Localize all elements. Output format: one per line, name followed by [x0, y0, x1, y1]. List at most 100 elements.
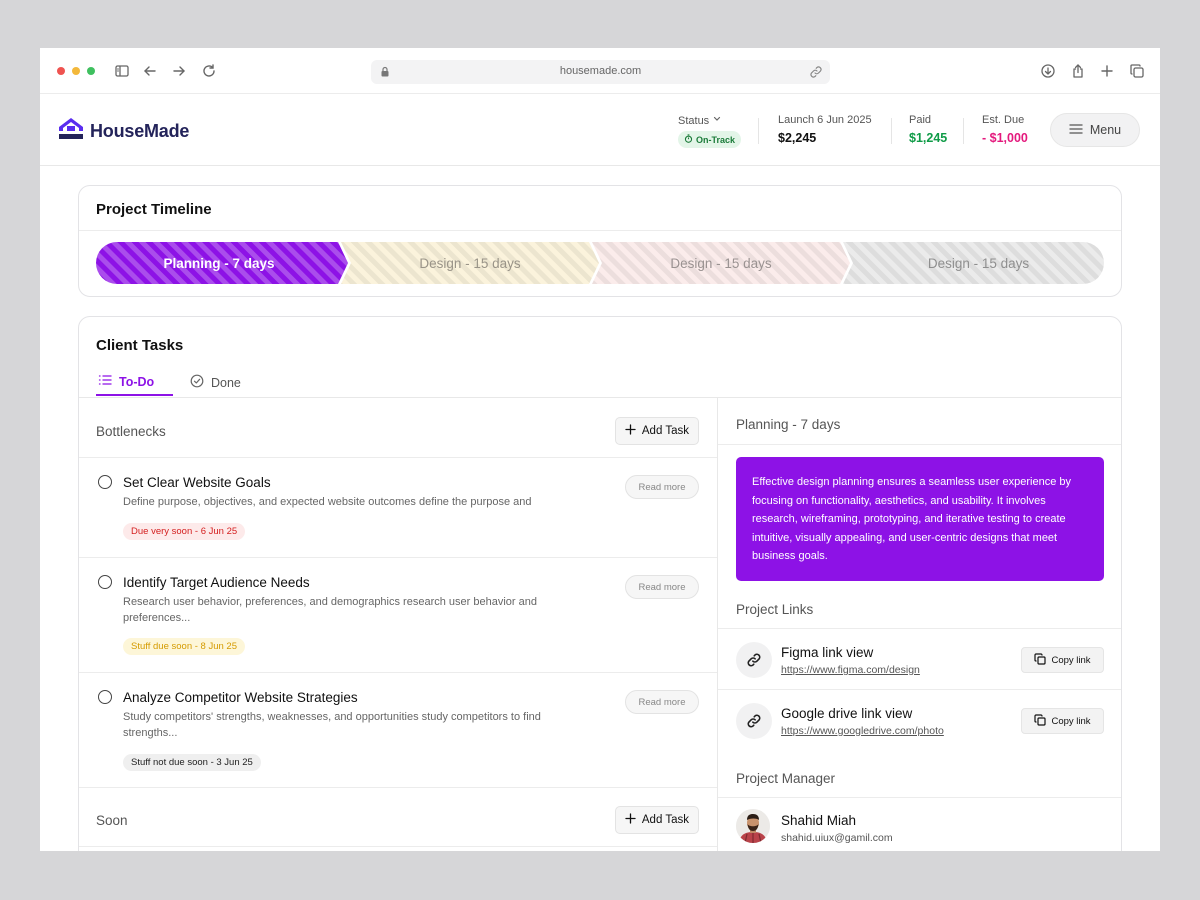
launch-label: Launch 6 Jun 2025 — [778, 114, 872, 126]
link-icon — [736, 703, 772, 739]
link-icon — [736, 642, 772, 678]
link-title: Google drive link view — [781, 706, 913, 721]
tab-overview-icon[interactable] — [1129, 63, 1145, 79]
project-timeline-card: Project Timeline Planning - 7 days Design… — [78, 185, 1122, 297]
timeline-phase[interactable]: Planning - 7 days — [96, 242, 348, 284]
minimize-window-dot[interactable] — [72, 67, 80, 75]
add-task-button[interactable]: Add Task — [614, 417, 699, 445]
task-checkbox[interactable] — [98, 575, 112, 589]
add-task-label: Add Task — [641, 425, 689, 437]
add-task-button[interactable]: Add Task — [614, 806, 699, 834]
address-bar[interactable]: housemade.com — [371, 60, 830, 84]
divider — [718, 689, 1121, 690]
close-window-dot[interactable] — [57, 67, 65, 75]
tasks-title: Client Tasks — [96, 337, 184, 354]
divider — [718, 797, 1121, 798]
task-title: Identify Target Audience Needs — [123, 575, 310, 590]
browser-toolbar: housemade.com — [40, 48, 1160, 94]
copy-link-label: Copy link — [1051, 654, 1091, 666]
read-more-button[interactable]: Read more — [625, 575, 699, 599]
task-item[interactable]: Set Clear Website Goals Define purpose, … — [79, 458, 717, 558]
back-arrow-icon[interactable] — [142, 63, 158, 79]
due-value: - $1,000 — [982, 131, 1028, 145]
task-checkbox[interactable] — [98, 690, 112, 704]
maximize-window-dot[interactable] — [87, 67, 95, 75]
brand-logo[interactable]: HouseMade — [58, 117, 189, 146]
app-header: HouseMade Status On-Track Launch 6 Jun 2… — [40, 94, 1160, 166]
timeline-phase-label: Planning - 7 days — [163, 256, 274, 271]
task-title: Analyze Competitor Website Strategies — [123, 690, 358, 705]
menu-label: Menu — [1089, 123, 1122, 137]
timeline-phase-label: Design - 15 days — [670, 256, 772, 271]
status-badge: On-Track — [678, 131, 742, 148]
status-badge-text: On-Track — [696, 134, 736, 145]
share-icon[interactable] — [1070, 63, 1086, 79]
menu-button[interactable]: Menu — [1050, 113, 1140, 147]
task-description: Define purpose, objectives, and expected… — [123, 496, 532, 508]
status-label: Status — [678, 114, 710, 127]
read-more-button[interactable]: Read more — [625, 690, 699, 714]
chevron-down-icon — [712, 114, 722, 127]
link-url[interactable]: https://www.figma.com/design — [781, 664, 920, 676]
soon-label: Soon — [96, 813, 128, 828]
timeline-bar: Planning - 7 days Design - 15 days Design … — [96, 242, 1104, 284]
task-checkbox[interactable] — [98, 475, 112, 489]
tab-done[interactable]: Done — [190, 369, 241, 396]
reload-icon[interactable] — [201, 63, 217, 79]
tab-todo[interactable]: To-Do — [96, 369, 173, 396]
paid-value: $1,245 — [909, 131, 948, 145]
avatar[interactable] — [736, 809, 770, 843]
task-description: Study competitors' strengths, weaknesses… — [123, 711, 541, 739]
plus-icon — [625, 813, 636, 827]
launch-stat: Launch 6 Jun 2025 $2,245 — [778, 114, 872, 145]
timeline-phase[interactable]: Design - 15 days — [341, 242, 599, 284]
tab-done-label: Done — [211, 375, 241, 390]
divider — [718, 444, 1121, 445]
new-tab-icon[interactable] — [1099, 63, 1115, 79]
due-badge: Due very soon - 6 Jun 25 — [123, 523, 246, 540]
timeline-phase[interactable]: Design - 15 days — [843, 242, 1104, 284]
bottlenecks-label: Bottlenecks — [96, 424, 166, 439]
timeline-title: Project Timeline — [96, 201, 212, 218]
url-text: housemade.com — [559, 65, 642, 77]
copy-link-button[interactable]: Copy link — [1021, 708, 1104, 734]
divider — [718, 628, 1121, 629]
hamburger-icon — [1069, 123, 1083, 138]
copy-link-button[interactable]: Copy link — [1021, 647, 1104, 673]
divider — [79, 230, 1121, 231]
house-logo-icon — [58, 117, 84, 146]
manager-email[interactable]: shahid.uiux@gamil.com — [781, 832, 893, 844]
link-icon[interactable] — [809, 65, 823, 79]
due-badge: Stuff not due soon - 3 Jun 25 — [123, 754, 261, 771]
bottlenecks-section-header: Bottlenecks Add Task — [79, 398, 717, 458]
tab-todo-label: To-Do — [119, 374, 155, 389]
task-item[interactable]: Identify Target Audience Needs Research … — [79, 558, 717, 673]
list-icon — [98, 373, 112, 390]
task-title: Set Clear Website Goals — [123, 475, 271, 490]
client-tasks-card: Client Tasks To-Do Done Bottlenecks Add … — [78, 316, 1122, 851]
timeline-phase-label: Design - 15 days — [419, 256, 521, 271]
timeline-phase[interactable]: Design - 15 days — [592, 242, 850, 284]
download-icon[interactable] — [1040, 63, 1056, 79]
project-links-label: Project Links — [736, 602, 814, 617]
paid-label: Paid — [909, 114, 932, 126]
add-task-label: Add Task — [641, 814, 689, 826]
soon-section-header: Soon Add Task — [79, 787, 717, 847]
link-url[interactable]: https://www.googledrive.com/photo — [781, 725, 944, 737]
project-manager-label: Project Manager — [736, 771, 836, 786]
status-stat[interactable]: Status On-Track — [678, 114, 742, 148]
read-more-button[interactable]: Read more — [625, 475, 699, 499]
stopwatch-icon — [684, 134, 693, 145]
header-divider — [891, 118, 892, 144]
task-description: Research user behavior, preferences, and… — [123, 596, 537, 624]
paid-stat: Paid $1,245 — [909, 114, 947, 145]
phase-title: Planning - 7 days — [736, 417, 841, 432]
timeline-phase-label: Design - 15 days — [928, 256, 1030, 271]
due-badge: Stuff due soon - 8 Jun 25 — [123, 638, 245, 655]
task-item[interactable]: Analyze Competitor Website Strategies St… — [79, 673, 717, 788]
plus-icon — [625, 424, 636, 438]
sidebar-toggle-icon[interactable] — [114, 63, 130, 79]
forward-arrow-icon[interactable] — [171, 63, 187, 79]
link-title: Figma link view — [781, 645, 874, 660]
browser-window: housemade.com HouseMade Status On-Track … — [40, 48, 1160, 851]
